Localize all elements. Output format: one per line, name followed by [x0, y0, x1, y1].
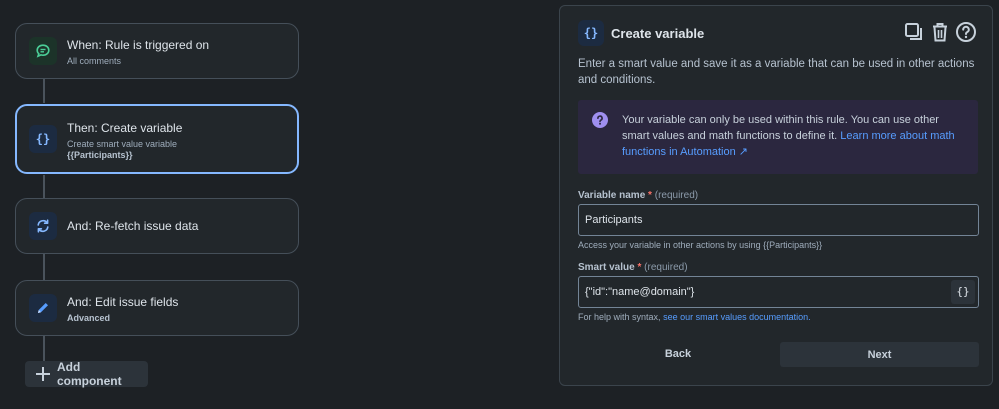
- plus-icon: [35, 366, 51, 382]
- step-subtitle: Advanced: [67, 313, 111, 323]
- variable-name-label: Variable name * (required): [578, 190, 698, 201]
- help-button[interactable]: [955, 21, 977, 43]
- duplicate-icon: [905, 23, 922, 40]
- step-subtitle: Create smart value variable: [67, 139, 178, 149]
- step-title: And: Re-fetch issue data: [67, 219, 199, 233]
- add-component-label: Add component: [56, 360, 122, 388]
- curly-braces-icon: {}: [578, 20, 604, 46]
- variable-name-helper: Access your variable in other actions by…: [578, 240, 823, 250]
- flow-step-edit-fields[interactable]: And: Edit issue fields Advanced: [15, 280, 299, 336]
- panel-description: Enter a smart value and save it as a var…: [578, 58, 975, 86]
- smart-value-label: Smart value * (required): [578, 262, 688, 273]
- smart-values-docs-link[interactable]: see our smart values documentation.: [663, 312, 811, 322]
- variable-name-input[interactable]: Participants: [578, 204, 979, 236]
- required-text: (required): [644, 262, 688, 273]
- variable-name-value: Participants: [585, 214, 643, 226]
- refresh-icon: [29, 212, 57, 240]
- pencil-icon: [29, 294, 57, 322]
- delete-button[interactable]: [929, 21, 951, 43]
- step-title: Then: Create variable: [67, 121, 183, 135]
- info-text: Your variable can only be used within th…: [622, 112, 968, 160]
- question-circle-icon: [592, 112, 608, 128]
- flow-connector: [43, 78, 45, 106]
- curly-braces-icon: {}: [29, 125, 57, 153]
- step-subtitle: All comments: [67, 56, 122, 66]
- required-marker: *: [648, 190, 652, 201]
- label-text: Variable name: [578, 190, 646, 201]
- back-button[interactable]: Back: [632, 342, 724, 366]
- add-component-button[interactable]: Add component: [25, 360, 148, 388]
- comment-trigger-icon: [29, 37, 57, 65]
- flow-step-trigger[interactable]: When: Rule is triggered on All comments: [15, 23, 299, 79]
- duplicate-button[interactable]: [903, 21, 925, 43]
- step-title: And: Edit issue fields: [67, 295, 179, 309]
- step-title: When: Rule is triggered on: [67, 38, 210, 52]
- label-text: Smart value: [578, 262, 635, 273]
- curly-braces-glyph: {}: [583, 26, 599, 40]
- smart-value-value: {"id":"name@domain"}: [585, 286, 695, 298]
- component-config-panel: {} Create variable Enter a smart value a…: [559, 5, 993, 386]
- required-marker: *: [637, 262, 642, 273]
- next-button[interactable]: Next: [780, 342, 979, 367]
- curly-braces-icon: {}: [956, 285, 970, 298]
- info-message: Your variable can only be used within th…: [578, 100, 978, 174]
- flow-connector: [43, 253, 45, 281]
- flow-step-create-variable[interactable]: {} Then: Create variable Create smart va…: [15, 104, 299, 174]
- helper-text: For help with syntax,: [578, 312, 661, 322]
- required-text: (required): [654, 190, 699, 201]
- flow-step-refetch[interactable]: And: Re-fetch issue data: [15, 198, 299, 254]
- curly-braces-glyph: {}: [35, 132, 51, 146]
- panel-title: Create variable: [611, 26, 705, 41]
- help-icon: [956, 22, 976, 42]
- insert-smart-value-button[interactable]: {}: [951, 280, 975, 304]
- flow-connector: [43, 173, 45, 200]
- trash-icon: [933, 23, 947, 42]
- step-variable-name: {{Participants}}: [67, 150, 133, 160]
- smart-value-input[interactable]: {"id":"name@domain"} {}: [578, 276, 979, 308]
- smart-value-helper: For help with syntax, see our smart valu…: [578, 312, 811, 322]
- flow-connector: [43, 334, 45, 362]
